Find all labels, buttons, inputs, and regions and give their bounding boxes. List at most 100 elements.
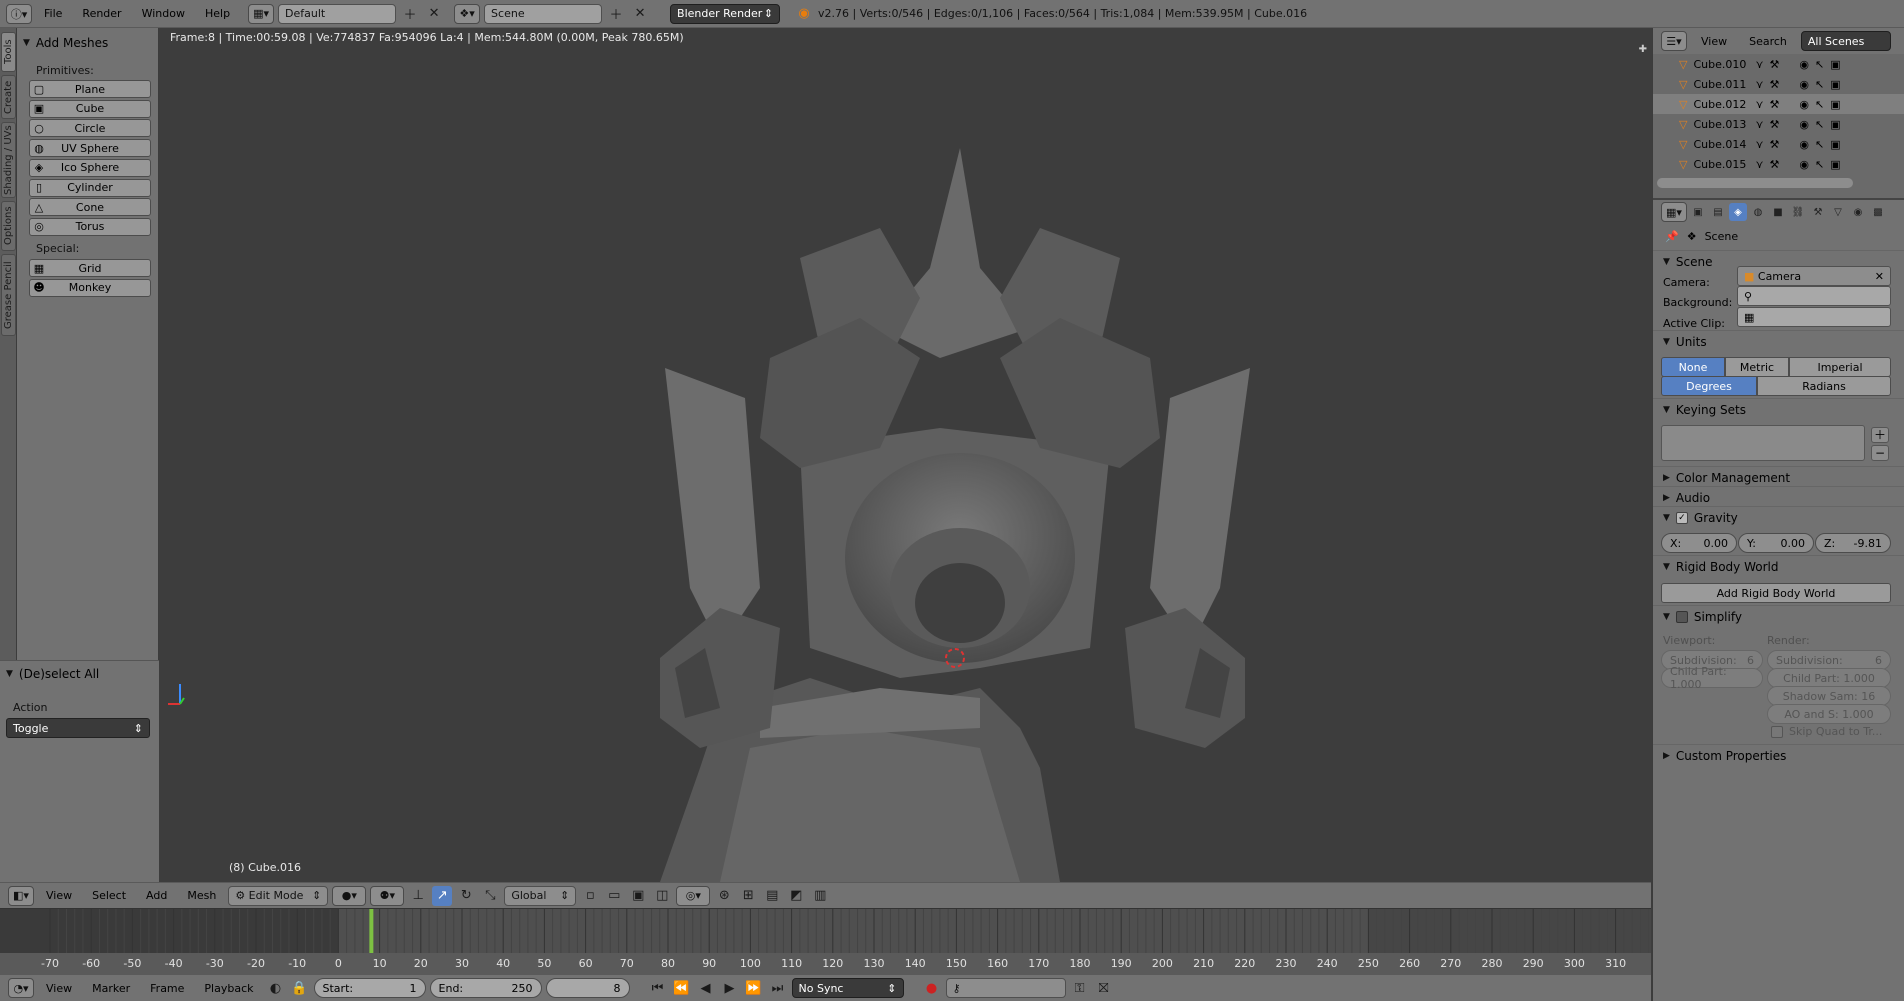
- add-monkey-button[interactable]: ☻ Monkey: [29, 278, 151, 297]
- jump-keyframe-back-icon[interactable]: ⏪: [672, 978, 692, 998]
- menu-frame[interactable]: Frame: [142, 978, 192, 998]
- menu-mesh[interactable]: Mesh: [179, 886, 224, 906]
- clear-camera-icon[interactable]: ✕: [1875, 270, 1884, 283]
- constraints-tab-icon[interactable]: ⛓: [1789, 203, 1807, 221]
- scene-tab-icon[interactable]: ◈: [1729, 203, 1747, 221]
- manipulator-icon[interactable]: ⊥: [408, 886, 428, 906]
- renderable-camera-icon[interactable]: ▣: [1830, 158, 1840, 171]
- selectable-arrow-icon[interactable]: ↖: [1815, 158, 1824, 171]
- current-frame-field[interactable]: 8: [545, 978, 630, 998]
- end-frame-field[interactable]: End: 250: [429, 978, 542, 998]
- jump-end-icon[interactable]: ⏭: [768, 978, 788, 998]
- play-icon[interactable]: ▶: [720, 978, 740, 998]
- outliner-row[interactable]: ▽ Cube.014 ⋎ ⚒ ◉ ↖ ▣: [1653, 134, 1904, 154]
- outliner-item-label[interactable]: Cube.010: [1693, 58, 1749, 71]
- screen-layout-icon[interactable]: ▦▾: [248, 3, 275, 24]
- units-imperial-button[interactable]: Imperial: [1789, 357, 1891, 377]
- sync-select[interactable]: No Sync ⇕: [791, 978, 904, 998]
- world-tab-icon[interactable]: ◍: [1749, 203, 1767, 221]
- translate-icon[interactable]: ↗: [432, 885, 453, 906]
- render-layers-tab-icon[interactable]: ▤: [1709, 203, 1727, 221]
- menu-view[interactable]: View: [38, 886, 80, 906]
- editor-type-3d-icon[interactable]: ◧▾: [8, 885, 34, 906]
- color-management-panel-header[interactable]: ▶ Color Management: [1653, 466, 1904, 488]
- selectable-arrow-icon[interactable]: ↖: [1815, 138, 1824, 151]
- audio-panel-header[interactable]: ▶ Audio: [1653, 486, 1904, 508]
- menu-playback[interactable]: Playback: [196, 978, 261, 998]
- 3d-viewport[interactable]: ✚: [160, 28, 1651, 882]
- rotate-icon[interactable]: ↻: [456, 886, 476, 906]
- layout-field[interactable]: Default: [278, 3, 397, 24]
- menu-marker[interactable]: Marker: [84, 978, 138, 998]
- mode-select[interactable]: ⚙ Edit Mode ⇕: [228, 885, 329, 906]
- units-panel-header[interactable]: ▼ Units: [1653, 330, 1904, 352]
- edge-select-icon[interactable]: ▭: [604, 886, 624, 906]
- tab-grease-pencil[interactable]: Grease Pencil: [1, 254, 16, 336]
- selectable-arrow-icon[interactable]: ↖: [1815, 118, 1824, 131]
- viewport-corner-icon[interactable]: ✚: [1639, 44, 1647, 55]
- menu-window[interactable]: Window: [134, 4, 193, 24]
- gravity-checkbox[interactable]: ✓: [1675, 511, 1688, 524]
- outliner-filter-select[interactable]: All Scenes: [1800, 31, 1891, 51]
- tab-options[interactable]: Options: [1, 201, 16, 251]
- outliner-row[interactable]: ▽ Cube.015 ⋎ ⚒ ◉ ↖ ▣: [1653, 154, 1904, 174]
- visibility-eye-icon[interactable]: ◉: [1799, 98, 1809, 111]
- selectable-arrow-icon[interactable]: ↖: [1815, 78, 1824, 91]
- opengl-render-icon[interactable]: ◩: [786, 886, 806, 906]
- rigid-body-panel-header[interactable]: ▼ Rigid Body World: [1653, 555, 1904, 577]
- background-field[interactable]: ⚲: [1737, 286, 1891, 306]
- orientation-select[interactable]: Global ⇕: [504, 885, 577, 906]
- material-tab-icon[interactable]: ◉: [1849, 203, 1867, 221]
- skip-quad-checkbox[interactable]: [1771, 725, 1783, 738]
- visibility-eye-icon[interactable]: ◉: [1799, 158, 1809, 171]
- ao-sss-field[interactable]: AO and S: 1.000: [1767, 704, 1891, 724]
- add-rigid-body-world-button[interactable]: Add Rigid Body World: [1661, 583, 1891, 603]
- start-frame-field[interactable]: Start: 1: [313, 978, 426, 998]
- active-clip-field[interactable]: ▦: [1737, 307, 1891, 327]
- proportional-edit-icon[interactable]: ◎▾: [676, 885, 711, 906]
- viewport-shading-icon[interactable]: ●▾: [332, 885, 367, 906]
- render-engine-select[interactable]: Blender Render ⇕: [670, 3, 781, 24]
- add-cone-button[interactable]: △ Cone: [29, 198, 151, 217]
- editor-type-properties-icon[interactable]: ▦▾: [1661, 202, 1687, 222]
- lock-icon[interactable]: 🔒: [290, 978, 310, 998]
- add-circle-button[interactable]: ○ Circle: [29, 119, 151, 138]
- camera-render-icon[interactable]: ▥: [810, 886, 830, 906]
- selectable-arrow-icon[interactable]: ↖: [1815, 58, 1824, 71]
- outliner-item-label[interactable]: Cube.015: [1693, 158, 1749, 171]
- add-meshes-header[interactable]: ▼ Add Meshes: [17, 32, 158, 54]
- pivot-point-icon[interactable]: ⚉▾: [370, 885, 405, 906]
- play-reverse-icon[interactable]: ◀: [696, 978, 716, 998]
- vertex-select-icon[interactable]: ▫: [580, 886, 600, 906]
- keying-set-field[interactable]: ⚷: [945, 978, 1066, 998]
- deselect-all-header[interactable]: ▼ (De)select All: [0, 663, 159, 685]
- add-keying-set-icon[interactable]: ＋: [1871, 427, 1889, 443]
- render-preview-icon[interactable]: ▤: [762, 886, 782, 906]
- outliner-menu-view[interactable]: View: [1693, 31, 1735, 51]
- simplify-panel-header[interactable]: ▼ Simplify: [1653, 605, 1904, 627]
- remove-keying-set-icon[interactable]: −: [1871, 445, 1889, 461]
- menu-view-timeline[interactable]: View: [38, 978, 80, 998]
- visibility-eye-icon[interactable]: ◉: [1799, 58, 1809, 71]
- visibility-eye-icon[interactable]: ◉: [1799, 78, 1809, 91]
- scale-icon[interactable]: ⤡: [480, 886, 500, 906]
- object-tab-icon[interactable]: ■: [1769, 203, 1787, 221]
- menu-select[interactable]: Select: [84, 886, 134, 906]
- add-ico-sphere-button[interactable]: ◈ Ico Sphere: [29, 158, 151, 177]
- record-icon[interactable]: ●: [922, 978, 942, 998]
- renderable-camera-icon[interactable]: ▣: [1830, 78, 1840, 91]
- remove-layout-icon[interactable]: ✕: [424, 4, 444, 24]
- preview-range-icon[interactable]: ◐: [266, 978, 286, 998]
- modifiers-tab-icon[interactable]: ⚒: [1809, 203, 1827, 221]
- timeline-playhead[interactable]: [369, 909, 374, 959]
- editor-type-outliner-icon[interactable]: ☰▾: [1661, 31, 1687, 51]
- keying-sets-list[interactable]: [1661, 425, 1865, 461]
- action-select[interactable]: Toggle ⇕: [6, 718, 150, 738]
- render-subdivision-field[interactable]: Subdivision: 6: [1767, 650, 1891, 670]
- timeline[interactable]: -70 -60 -50 -40 -30 -20 -10 0 10 20 30 40 50 60 70 80 90…: [0, 908, 1651, 974]
- occlude-geometry-icon[interactable]: ◫: [652, 886, 672, 906]
- editor-type-timeline-icon[interactable]: ◔▾: [8, 978, 34, 998]
- shadow-samples-field[interactable]: Shadow Sam: 16: [1767, 686, 1891, 706]
- menu-render[interactable]: Render: [74, 4, 129, 24]
- simplify-checkbox[interactable]: [1675, 610, 1688, 623]
